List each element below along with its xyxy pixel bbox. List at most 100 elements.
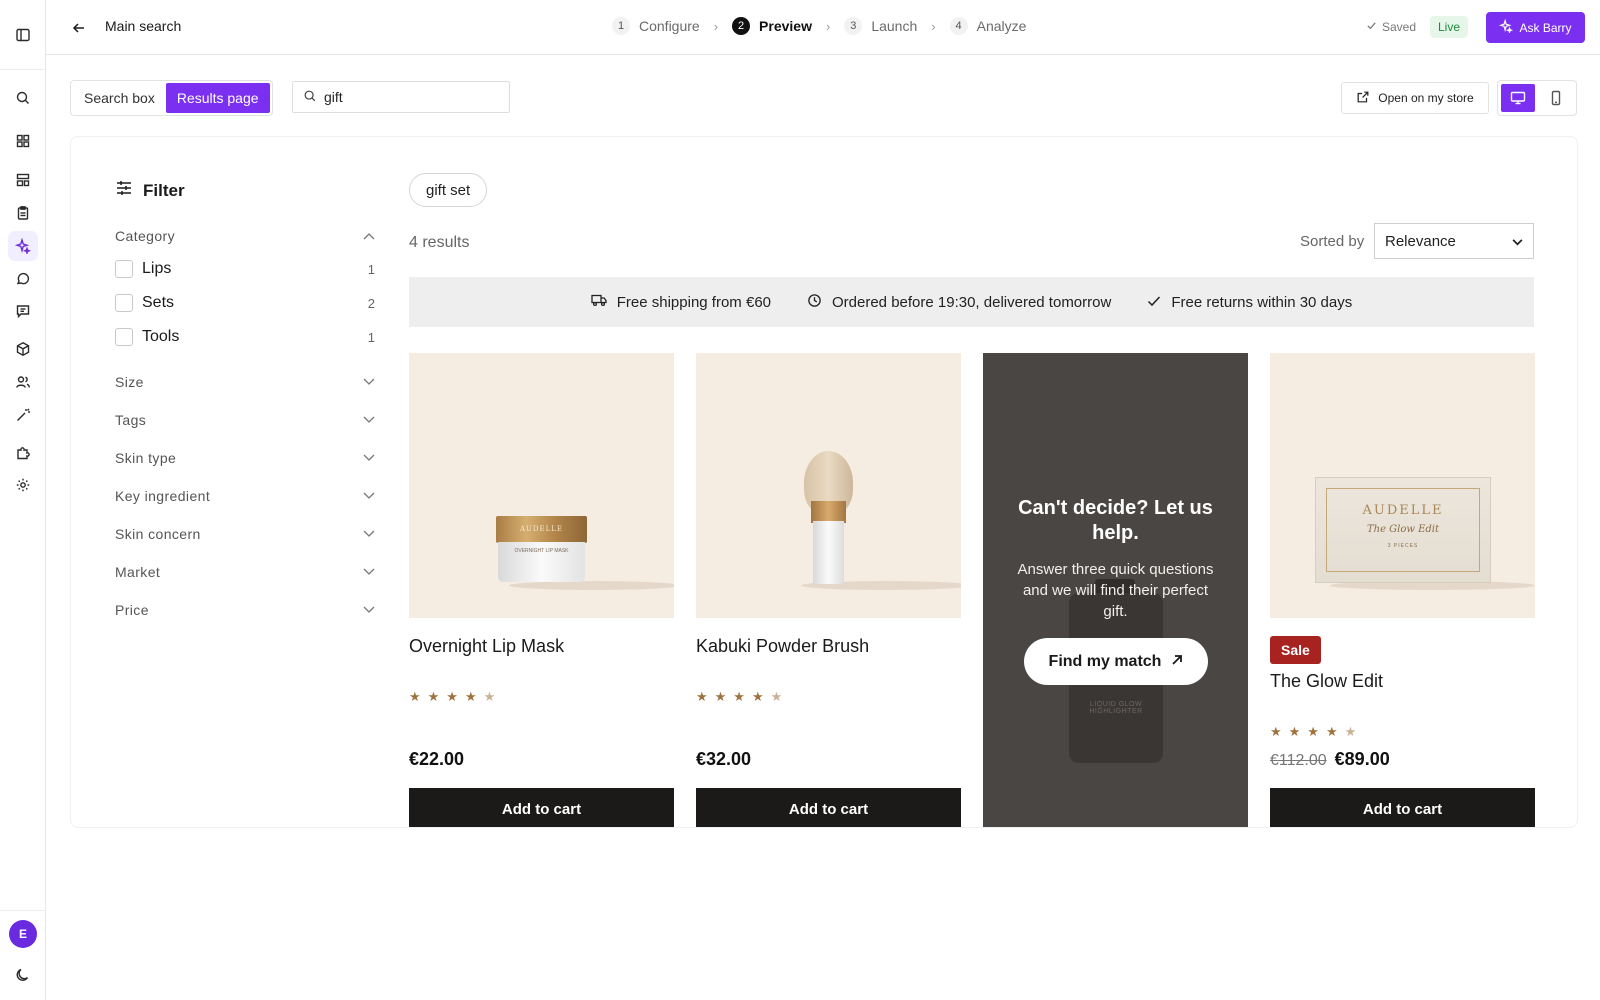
- product-card[interactable]: Kabuki Powder Brush ★★★★★ €32.00 Add to …: [696, 353, 961, 827]
- step-launch[interactable]: 3 Launch: [844, 17, 917, 35]
- desktop-icon[interactable]: [1501, 84, 1535, 112]
- check-icon: [1147, 294, 1161, 311]
- users-icon[interactable]: [8, 367, 38, 397]
- add-to-cart-button[interactable]: Add to cart: [409, 788, 674, 827]
- rail-divider: [0, 910, 46, 911]
- product-name[interactable]: The Glow Edit: [1270, 671, 1383, 692]
- chevron-down-icon: [363, 375, 375, 389]
- half-star-icon: ★: [770, 689, 790, 704]
- brush-ferrule: [811, 501, 846, 523]
- sparkles-icon: [1499, 18, 1514, 36]
- product-card[interactable]: AUDELLE OVERNIGHT LIP MASK Overnight Lip…: [409, 353, 674, 827]
- live-badge: Live: [1430, 16, 1469, 38]
- moon-icon[interactable]: [8, 960, 38, 990]
- product-image[interactable]: AUDELLE OVERNIGHT LIP MASK: [409, 353, 674, 618]
- chevron-down-icon: [363, 565, 375, 579]
- step-configure[interactable]: 1 Configure: [612, 17, 700, 35]
- facet-key-ingredient[interactable]: Key ingredient: [115, 488, 375, 504]
- promo-body: Answer three quick questions and we will…: [1017, 561, 1214, 620]
- brush-handle: [813, 521, 844, 584]
- search-icon[interactable]: [8, 83, 38, 113]
- sort-value: Relevance: [1385, 232, 1456, 250]
- add-to-cart-button[interactable]: Add to cart: [696, 788, 961, 827]
- step-preview[interactable]: 2 Preview: [732, 17, 812, 35]
- option-count: 1: [367, 261, 375, 277]
- avatar[interactable]: E: [9, 920, 37, 948]
- checkbox[interactable]: [115, 260, 133, 278]
- facet-size[interactable]: Size: [115, 374, 375, 390]
- facet-skin-concern[interactable]: Skin concern: [115, 526, 375, 542]
- stepper: 1 Configure › 2 Preview › 3 Launch › 4 Analy…: [612, 17, 1026, 35]
- half-star-icon: ★: [1344, 724, 1364, 739]
- ask-barry-button[interactable]: Ask Barry: [1486, 12, 1585, 43]
- product-price: €112.00 €89.00: [1270, 749, 1390, 770]
- add-to-cart-button[interactable]: Add to cart: [1270, 788, 1535, 827]
- rating-stars: ★★★★★: [409, 689, 503, 704]
- product-card[interactable]: AUDELLE The Glow Edit 3 PIECES Sale The …: [1270, 353, 1535, 827]
- checkbox[interactable]: [115, 328, 133, 346]
- usp-text: Free shipping from €60: [616, 293, 771, 311]
- chevron-down-icon: [363, 489, 375, 503]
- mobile-icon[interactable]: [1539, 84, 1573, 112]
- device-toggle: [1497, 80, 1577, 116]
- facet-category[interactable]: Category: [115, 228, 375, 244]
- facet-label: Skin concern: [115, 526, 201, 542]
- sale-badge: Sale: [1270, 636, 1321, 664]
- facet-label: Size: [115, 374, 144, 390]
- filter-option-tools[interactable]: Tools 1: [115, 328, 375, 346]
- sale-price: €89.00: [1334, 749, 1390, 769]
- facet-label: Tags: [115, 412, 147, 428]
- product-name[interactable]: Kabuki Powder Brush: [696, 636, 869, 657]
- facet-skin-type[interactable]: Skin type: [115, 450, 375, 466]
- find-my-match-label: Find my match: [1048, 652, 1162, 670]
- open-on-store-label: Open on my store: [1378, 91, 1474, 105]
- tab-search-box[interactable]: Search box: [73, 83, 166, 113]
- chevron-right-icon: ›: [825, 18, 831, 34]
- ask-barry-label: Ask Barry: [1519, 20, 1572, 35]
- chat-icon[interactable]: [8, 264, 38, 294]
- product-image[interactable]: AUDELLE The Glow Edit 3 PIECES: [1270, 353, 1535, 618]
- filter-option-sets[interactable]: Sets 2: [115, 294, 375, 312]
- sort-select[interactable]: Relevance: [1374, 223, 1534, 259]
- product-name[interactable]: Overnight Lip Mask: [409, 636, 564, 657]
- app: E Main search 1 Configure › 2 Preview › 3L…: [0, 0, 1600, 1000]
- sliders-icon: [115, 179, 133, 202]
- filter-heading: Filter: [115, 179, 185, 202]
- search-input[interactable]: gift: [292, 81, 510, 113]
- view-toggle: Search box Results page: [70, 80, 273, 116]
- checkbox[interactable]: [115, 294, 133, 312]
- cube-icon[interactable]: [8, 334, 38, 364]
- gift-finder-promo: LIQUID GLOW HIGHLIGHTER Can't decide? Le…: [983, 353, 1248, 827]
- find-my-match-button[interactable]: Find my match: [1024, 638, 1208, 685]
- option-count: 1: [367, 329, 375, 345]
- gift-box-label: AUDELLE The Glow Edit 3 PIECES: [1326, 488, 1480, 572]
- tab-results-page[interactable]: Results page: [165, 83, 270, 113]
- suggestion-chip[interactable]: gift set: [409, 173, 488, 207]
- message-icon[interactable]: [8, 296, 38, 326]
- gear-icon[interactable]: [8, 470, 38, 500]
- magic-wand-icon[interactable]: [8, 400, 38, 430]
- usp-bar: Free shipping from €60 Ordered before 19…: [409, 277, 1534, 327]
- puzzle-icon[interactable]: [8, 438, 38, 468]
- facet-price[interactable]: Price: [115, 602, 375, 618]
- chevron-right-icon: ›: [713, 18, 719, 34]
- filter-option-lips[interactable]: Lips 1: [115, 260, 375, 278]
- clipboard-icon[interactable]: [8, 198, 38, 228]
- dashboard-icon[interactable]: [8, 126, 38, 156]
- step-number: 3: [844, 17, 863, 35]
- step-analyze[interactable]: 4 Analyze: [949, 17, 1026, 35]
- product-price: €32.00: [696, 749, 752, 769]
- layout-icon[interactable]: [8, 165, 38, 195]
- sparkles-icon[interactable]: [8, 231, 38, 261]
- option-label: Lips: [142, 260, 172, 277]
- sidebar-toggle-icon[interactable]: [8, 20, 38, 50]
- option-label: Sets: [142, 294, 175, 311]
- usp-returns: Free returns within 30 days: [1147, 294, 1352, 311]
- back-arrow-icon[interactable]: [68, 17, 90, 39]
- step-number: 1: [612, 17, 630, 35]
- open-on-store-button[interactable]: Open on my store: [1341, 82, 1489, 114]
- option-label: Tools: [142, 328, 180, 345]
- facet-market[interactable]: Market: [115, 564, 375, 580]
- product-image[interactable]: [696, 353, 961, 618]
- facet-tags[interactable]: Tags: [115, 412, 375, 428]
